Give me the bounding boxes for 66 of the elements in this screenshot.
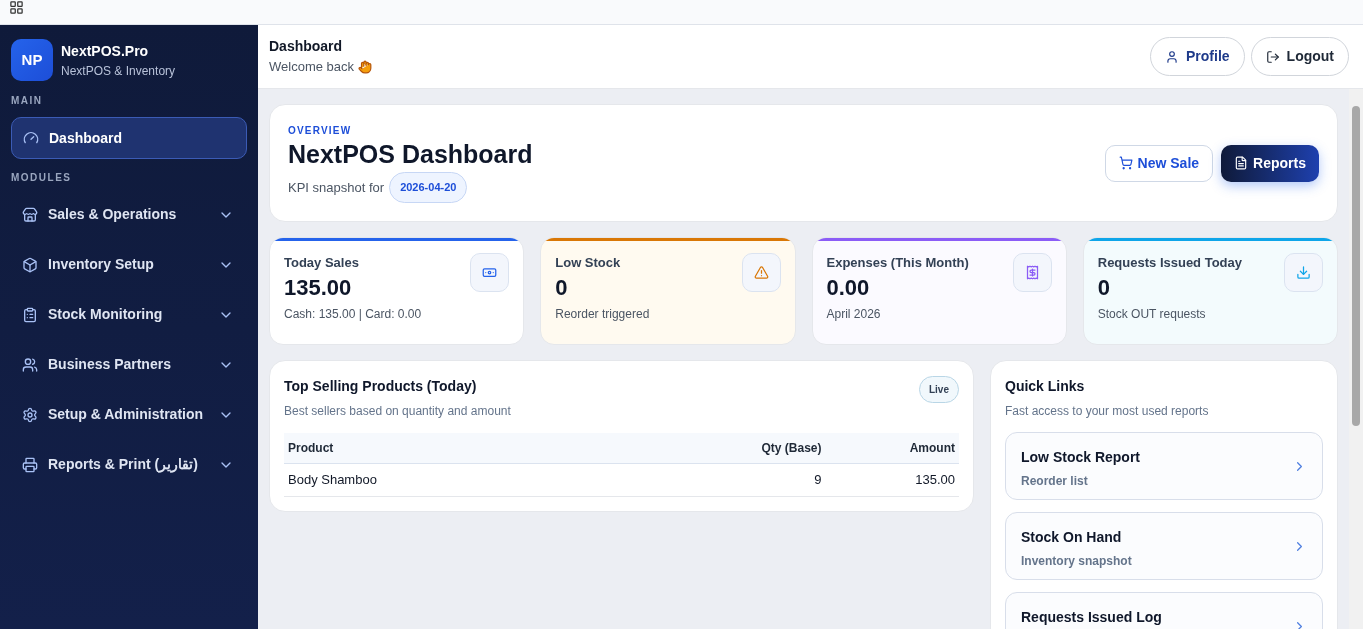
printer-icon <box>22 456 38 473</box>
nav-item[interactable]: Stock Monitoring <box>11 294 247 335</box>
logout-icon <box>1265 49 1280 64</box>
card-title: Top Selling Products (Today) <box>284 377 478 396</box>
kpi-note: Stock OUT requests <box>1097 305 1207 323</box>
page-title: Dashboard <box>269 37 344 57</box>
users-icon <box>22 356 38 373</box>
settings-icon <box>22 406 38 423</box>
live-badge: Live <box>919 376 959 403</box>
kpi-value: 0.00 <box>826 273 871 302</box>
kpi-value: 135.00 <box>284 273 353 302</box>
hand-icon <box>358 60 372 74</box>
user-icon <box>1165 49 1179 64</box>
column-header: Product <box>284 433 656 464</box>
gauge-icon <box>23 130 39 146</box>
nav-section-heading: MAIN <box>11 94 44 108</box>
dashboard-heading: NextPOS Dashboard <box>288 139 533 171</box>
column-header: Qty (Base) <box>655 433 826 464</box>
table-cell: 135.00 <box>825 463 959 496</box>
clipboard-icon <box>22 306 38 323</box>
scrollbar[interactable] <box>1349 89 1363 629</box>
card-subtitle: Fast access to your most used reports <box>1005 403 1210 420</box>
reports-button[interactable]: Reports <box>1221 144 1319 182</box>
box-icon <box>22 256 38 273</box>
kpi-title: Today Sales <box>284 254 360 272</box>
nav-item[interactable]: Reports & Print (تقارير) <box>11 444 247 485</box>
warning-icon <box>753 265 769 280</box>
kpi-note: Cash: 135.00 | Card: 0.00 <box>284 305 422 323</box>
table-cell: 9 <box>655 463 826 496</box>
kpi-value: 0 <box>555 273 569 302</box>
new-sale-button[interactable]: New Sale <box>1104 144 1214 182</box>
profile-button[interactable]: Profile <box>1150 37 1245 76</box>
store-icon <box>22 206 38 223</box>
quick-link[interactable]: Low Stock Report Reorder list <box>1005 432 1323 500</box>
kpi-note: April 2026 <box>826 305 882 323</box>
card-title: Quick Links <box>1005 377 1086 396</box>
document-icon <box>1234 156 1249 170</box>
quick-link[interactable]: Requests Issued Log <box>1005 592 1323 629</box>
welcome-text: Welcome back <box>269 58 354 77</box>
kpi-title: Requests Issued Today <box>1097 254 1242 272</box>
brand-subtitle: NextPOS & Inventory <box>61 62 176 80</box>
table-cell: Body Shamboo <box>284 463 656 496</box>
nav-item[interactable]: Sales & Operations <box>11 194 247 235</box>
nav-section-heading: MODULES <box>11 171 73 185</box>
apps-grid-icon[interactable] <box>9 0 24 15</box>
kpi-note: Reorder triggered <box>555 305 650 323</box>
nav-item[interactable]: Inventory Setup <box>11 244 247 285</box>
date-badge: 2026-04-20 <box>389 172 468 203</box>
nav-item[interactable]: Business Partners <box>11 344 247 385</box>
card-subtitle: Best sellers based on quantity and amount <box>284 403 511 420</box>
money-icon <box>482 265 498 280</box>
kpi-value: 0 <box>1097 273 1111 302</box>
overview-label: OVERVIEW <box>288 124 353 139</box>
kpi-title: Low Stock <box>555 254 622 272</box>
snapshot-label: KPI snapshot for <box>288 178 385 197</box>
download-icon <box>1296 265 1311 280</box>
brand-logo: NP <box>11 39 53 81</box>
cart-icon <box>1118 156 1133 170</box>
kpi-title: Expenses (This Month) <box>826 254 969 272</box>
logout-button[interactable]: Logout <box>1250 37 1349 76</box>
quick-link[interactable]: Stock On Hand Inventory snapshot <box>1005 512 1323 580</box>
nav-item[interactable]: Dashboard <box>11 117 247 159</box>
nav-item[interactable]: Setup & Administration <box>11 394 247 435</box>
column-header: Amount <box>825 433 959 464</box>
receipt-icon <box>1024 265 1040 280</box>
brand-name: NextPOS.Pro <box>61 41 150 61</box>
